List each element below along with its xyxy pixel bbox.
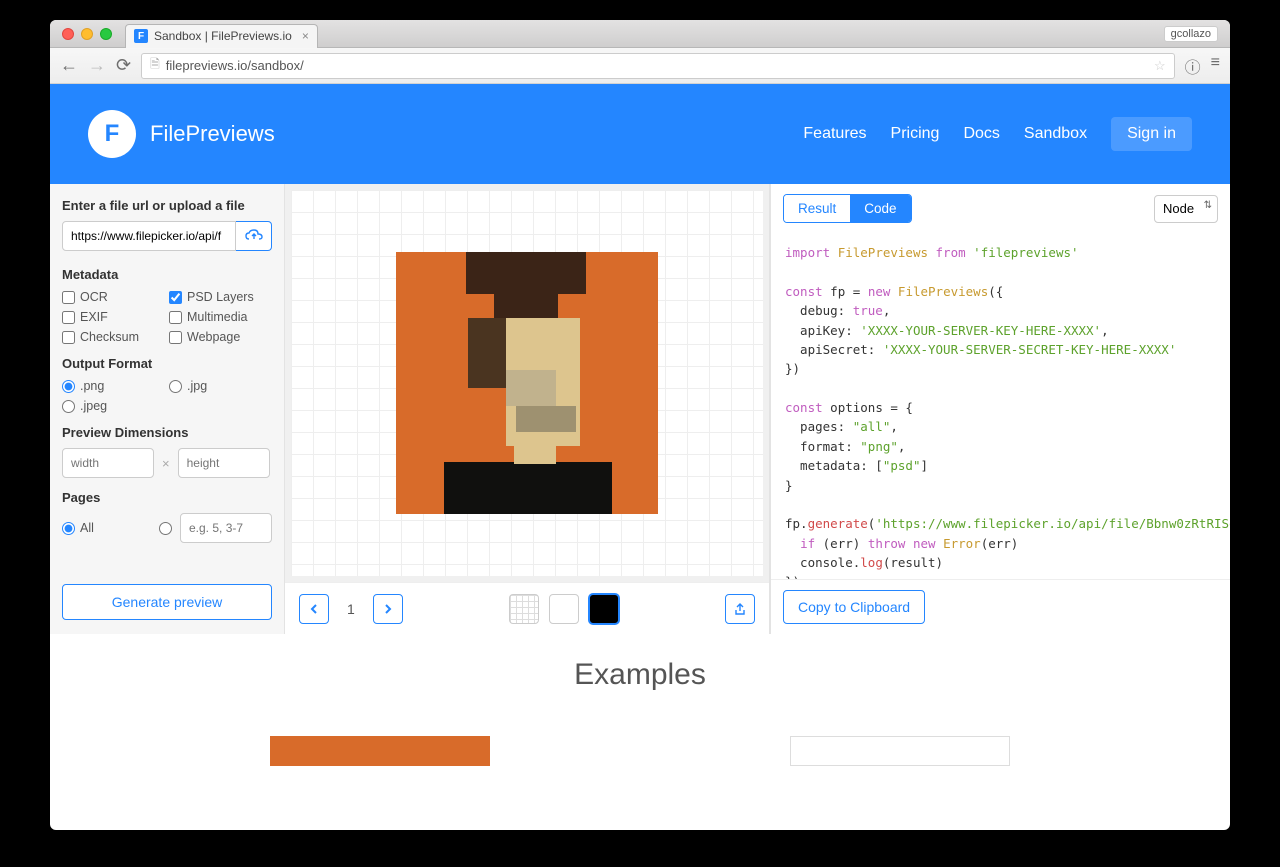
tab-code[interactable]: Code (850, 195, 910, 222)
back-icon[interactable]: ← (60, 55, 78, 76)
chk-checksum[interactable]: Checksum (62, 330, 165, 344)
height-input[interactable] (178, 448, 270, 478)
share-icon (733, 602, 747, 616)
favicon-icon: F (134, 29, 148, 43)
code-tabs: Result Code Node (771, 184, 1230, 233)
logo[interactable]: F FilePreviews (88, 110, 275, 158)
url-text: filepreviews.io/sandbox/ (166, 58, 304, 73)
info-icon[interactable]: ⓘ (1185, 54, 1201, 78)
chk-ocr[interactable]: OCR (62, 290, 165, 304)
chevron-left-icon (308, 603, 320, 615)
examples-section: Examples (50, 634, 1230, 766)
upload-button[interactable] (236, 221, 272, 251)
browser-toolbar: ← → ⟳ 🗎 filepreviews.io/sandbox/ ☆ ⓘ ≡ (50, 48, 1230, 84)
code-panel: Result Code Node import FilePreviews fro… (770, 184, 1230, 634)
signin-button[interactable]: Sign in (1111, 117, 1192, 151)
generate-preview-button[interactable]: Generate preview (62, 584, 272, 620)
dimensions-label: Preview Dimensions (62, 425, 272, 440)
example-thumb-1[interactable] (270, 736, 490, 766)
forward-icon[interactable]: → (88, 55, 106, 76)
nav-pricing[interactable]: Pricing (891, 125, 940, 143)
logo-icon: F (88, 110, 136, 158)
pages-label: Pages (62, 490, 272, 505)
reload-icon[interactable]: ⟳ (116, 55, 131, 76)
radio-jpeg[interactable]: .jpeg (62, 399, 165, 413)
window-controls (62, 28, 112, 40)
tab-result[interactable]: Result (784, 195, 850, 222)
minimize-window-icon[interactable] (81, 28, 93, 40)
config-sidebar: Enter a file url or upload a file Metada… (50, 184, 285, 634)
bg-transparent-swatch[interactable] (509, 594, 539, 624)
examples-heading: Examples (50, 658, 1230, 692)
output-format-label: Output Format (62, 356, 272, 371)
radio-pages-custom[interactable] (159, 522, 172, 535)
bg-black-swatch[interactable] (589, 594, 619, 624)
url-label: Enter a file url or upload a file (62, 198, 272, 213)
radio-jpg[interactable]: .jpg (169, 379, 272, 393)
close-tab-icon[interactable]: × (302, 29, 309, 43)
nav-docs[interactable]: Docs (963, 125, 999, 143)
tab-title: Sandbox | FilePreviews.io (154, 29, 292, 43)
radio-png[interactable]: .png (62, 379, 165, 393)
brand-name: FilePreviews (150, 121, 275, 147)
metadata-label: Metadata (62, 267, 272, 282)
browser-tab-strip: F Sandbox | FilePreviews.io × gcollazo (50, 20, 1230, 48)
maximize-window-icon[interactable] (100, 28, 112, 40)
main-area: Enter a file url or upload a file Metada… (50, 184, 1230, 634)
chk-webpage[interactable]: Webpage (169, 330, 272, 344)
page-number: 1 (339, 601, 363, 617)
browser-window: F Sandbox | FilePreviews.io × gcollazo ←… (50, 20, 1230, 830)
main-nav: Features Pricing Docs Sandbox Sign in (803, 117, 1192, 151)
share-button[interactable] (725, 594, 755, 624)
nav-features[interactable]: Features (803, 125, 866, 143)
page-icon: 🗎 (150, 55, 160, 76)
code-snippet: import FilePreviews from 'filepreviews' … (771, 233, 1230, 579)
example-thumb-2[interactable] (790, 736, 1010, 766)
radio-pages-all[interactable]: All (62, 521, 151, 535)
nav-sandbox[interactable]: Sandbox (1024, 125, 1087, 143)
star-icon[interactable]: ☆ (1154, 58, 1166, 74)
dimension-separator: × (162, 456, 170, 471)
chevron-right-icon (382, 603, 394, 615)
chk-multimedia[interactable]: Multimedia (169, 310, 272, 324)
address-bar[interactable]: 🗎 filepreviews.io/sandbox/ ☆ (141, 53, 1175, 79)
preview-image (396, 252, 658, 514)
close-window-icon[interactable] (62, 28, 74, 40)
file-url-input[interactable] (62, 221, 236, 251)
prev-page-button[interactable] (299, 594, 329, 624)
bg-white-swatch[interactable] (549, 594, 579, 624)
preview-toolbar: 1 (285, 582, 769, 634)
preview-pane: 1 (285, 184, 770, 634)
menu-icon[interactable]: ≡ (1211, 54, 1220, 78)
background-swatches (509, 594, 619, 624)
cloud-upload-icon (245, 229, 263, 243)
width-input[interactable] (62, 448, 154, 478)
chk-psd-layers[interactable]: PSD Layers (169, 290, 272, 304)
browser-tab[interactable]: F Sandbox | FilePreviews.io × (125, 24, 318, 48)
chk-exif[interactable]: EXIF (62, 310, 165, 324)
profile-chip[interactable]: gcollazo (1164, 26, 1218, 42)
preview-canvas (291, 190, 763, 576)
copy-to-clipboard-button[interactable]: Copy to Clipboard (783, 590, 925, 624)
app-header: F FilePreviews Features Pricing Docs San… (50, 84, 1230, 184)
next-page-button[interactable] (373, 594, 403, 624)
pages-range-input[interactable] (180, 513, 272, 543)
language-select[interactable]: Node (1154, 195, 1218, 223)
